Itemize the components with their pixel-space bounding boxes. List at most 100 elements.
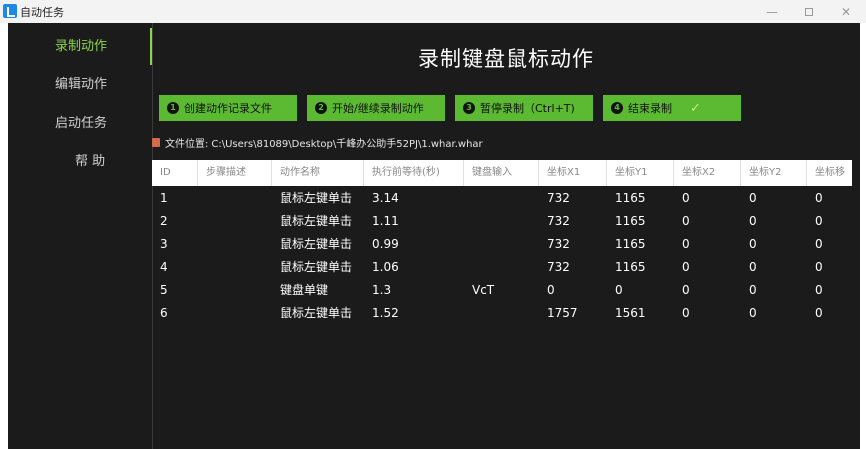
step-2-icon: 2 <box>315 102 327 114</box>
page-title: 录制键盘鼠标动作 <box>418 47 594 71</box>
button-label: 开始/继续录制动作 <box>332 102 424 115</box>
cell-wait: 3.14 <box>372 191 399 205</box>
sidebar-item-record[interactable]: 录制动作 <box>8 36 150 58</box>
column-header-keyboard[interactable]: 键盘输入 <box>464 160 539 186</box>
cell-move: 0 <box>815 306 823 320</box>
cell-description <box>198 256 206 279</box>
table-row[interactable]: 4 鼠标左键单击 1.06 732 1165 0 0 0 <box>152 256 852 279</box>
cell-wait: 1.3 <box>372 283 392 297</box>
cell-move: 0 <box>815 237 823 251</box>
sidebar-item-help[interactable]: 帮 助 <box>8 151 150 173</box>
cell-move: 0 <box>815 191 823 205</box>
window-title: 自动任务 <box>20 6 64 19</box>
cell-keyboard: VcT <box>472 283 495 297</box>
cell-description <box>198 210 206 233</box>
column-header-move[interactable]: 坐标移 <box>807 160 852 186</box>
title-bar: 自动任务 — ✕ <box>0 0 866 23</box>
actions-table: ID 步骤描述 动作名称 执行前等待(秒) 键盘输入 坐标X1 坐标Y1 坐标X… <box>152 160 852 360</box>
column-header-id[interactable]: ID <box>152 160 198 186</box>
cell-x2: 0 <box>682 283 690 297</box>
cell-x2: 0 <box>682 260 690 274</box>
cell-move: 0 <box>815 283 823 297</box>
cell-keyboard <box>464 302 472 325</box>
cell-action-name: 鼠标左键单击 <box>280 191 353 205</box>
cell-x1: 732 <box>547 237 570 251</box>
cell-keyboard <box>464 233 472 256</box>
cell-action-name: 键盘单键 <box>280 283 329 297</box>
step-3-icon: 3 <box>463 102 475 114</box>
cell-description <box>198 302 206 325</box>
minimize-icon: — <box>766 4 778 19</box>
column-header-action-name[interactable]: 动作名称 <box>272 160 364 186</box>
cell-y2: 0 <box>749 237 757 251</box>
cell-action-name: 鼠标左键单击 <box>280 260 353 274</box>
file-icon <box>152 138 160 147</box>
cell-x2: 0 <box>682 214 690 228</box>
cell-y2: 0 <box>749 283 757 297</box>
cell-x1: 732 <box>547 260 570 274</box>
cell-y1: 0 <box>615 283 623 297</box>
cell-keyboard <box>464 256 472 279</box>
cell-x1: 0 <box>547 283 555 297</box>
step-1-icon: 1 <box>167 102 179 114</box>
column-header-x2[interactable]: 坐标X2 <box>674 160 741 186</box>
cell-y1: 1165 <box>615 214 646 228</box>
sidebar-item-run[interactable]: 启动任务 <box>8 113 150 135</box>
table-row[interactable]: 3 鼠标左键单击 0.99 732 1165 0 0 0 <box>152 233 852 256</box>
cell-y2: 0 <box>749 306 757 320</box>
cell-description <box>198 279 206 302</box>
stop-record-button[interactable]: 4 结束录制 ✓ <box>603 95 741 121</box>
column-header-wait[interactable]: 执行前等待(秒) <box>364 160 464 186</box>
cell-keyboard <box>464 210 472 233</box>
cell-y2: 0 <box>749 191 757 205</box>
file-location: 文件位置: C:\Users\81089\Desktop\千峰办公助手52PJ\… <box>152 135 483 150</box>
cell-x2: 0 <box>682 306 690 320</box>
cell-description <box>198 187 206 210</box>
button-label: 创建动作记录文件 <box>184 102 272 115</box>
maximize-button[interactable] <box>791 0 827 23</box>
sidebar-item-edit[interactable]: 编辑动作 <box>8 74 150 96</box>
file-location-label: 文件位置: <box>165 139 209 150</box>
create-record-file-button[interactable]: 1 创建动作记录文件 <box>159 95 297 121</box>
start-record-button[interactable]: 2 开始/继续录制动作 <box>307 95 445 121</box>
button-label: 暂停录制（Ctrl+T) <box>480 102 575 115</box>
pause-record-button[interactable]: 3 暂停录制（Ctrl+T) <box>455 95 593 121</box>
cell-action-name: 鼠标左键单击 <box>280 237 353 251</box>
cell-x1: 732 <box>547 191 570 205</box>
column-header-y2[interactable]: 坐标Y2 <box>741 160 807 186</box>
cell-id: 6 <box>160 306 168 320</box>
sidebar: 录制动作 编辑动作 启动任务 帮 助 <box>8 23 150 449</box>
table-row[interactable]: 2 鼠标左键单击 1.11 732 1165 0 0 0 <box>152 210 852 233</box>
cell-action-name: 鼠标左键单击 <box>280 306 353 320</box>
cell-y1: 1561 <box>615 306 646 320</box>
table-row[interactable]: 5 键盘单键 1.3 VcT 0 0 0 0 0 <box>152 279 852 302</box>
column-header-y1[interactable]: 坐标Y1 <box>607 160 674 186</box>
cell-wait: 0.99 <box>372 237 399 251</box>
step-4-icon: 4 <box>611 102 623 114</box>
cell-y1: 1165 <box>615 260 646 274</box>
cell-y1: 1165 <box>615 237 646 251</box>
cell-id: 4 <box>160 260 168 274</box>
cell-move: 0 <box>815 214 823 228</box>
cell-wait: 1.06 <box>372 260 399 274</box>
check-icon: ✓ <box>690 100 701 116</box>
button-label: 结束录制 <box>628 102 672 115</box>
close-button[interactable]: ✕ <box>828 0 864 23</box>
table-row[interactable]: 6 鼠标左键单击 1.52 1757 1561 0 0 0 <box>152 302 852 325</box>
cell-keyboard <box>464 187 472 210</box>
column-header-description[interactable]: 步骤描述 <box>198 160 272 186</box>
cell-id: 2 <box>160 214 168 228</box>
cell-y2: 0 <box>749 260 757 274</box>
cell-y2: 0 <box>749 214 757 228</box>
cell-description <box>198 233 206 256</box>
minimize-button[interactable]: — <box>754 0 790 23</box>
table-row[interactable]: 1 鼠标左键单击 3.14 732 1165 0 0 0 <box>152 187 852 210</box>
cell-action-name: 鼠标左键单击 <box>280 214 353 228</box>
column-header-x1[interactable]: 坐标X1 <box>539 160 607 186</box>
cell-id: 1 <box>160 191 168 205</box>
cell-id: 5 <box>160 283 168 297</box>
app-icon <box>3 4 17 18</box>
cell-x1: 1757 <box>547 306 578 320</box>
cell-wait: 1.11 <box>372 214 399 228</box>
cell-id: 3 <box>160 237 168 251</box>
